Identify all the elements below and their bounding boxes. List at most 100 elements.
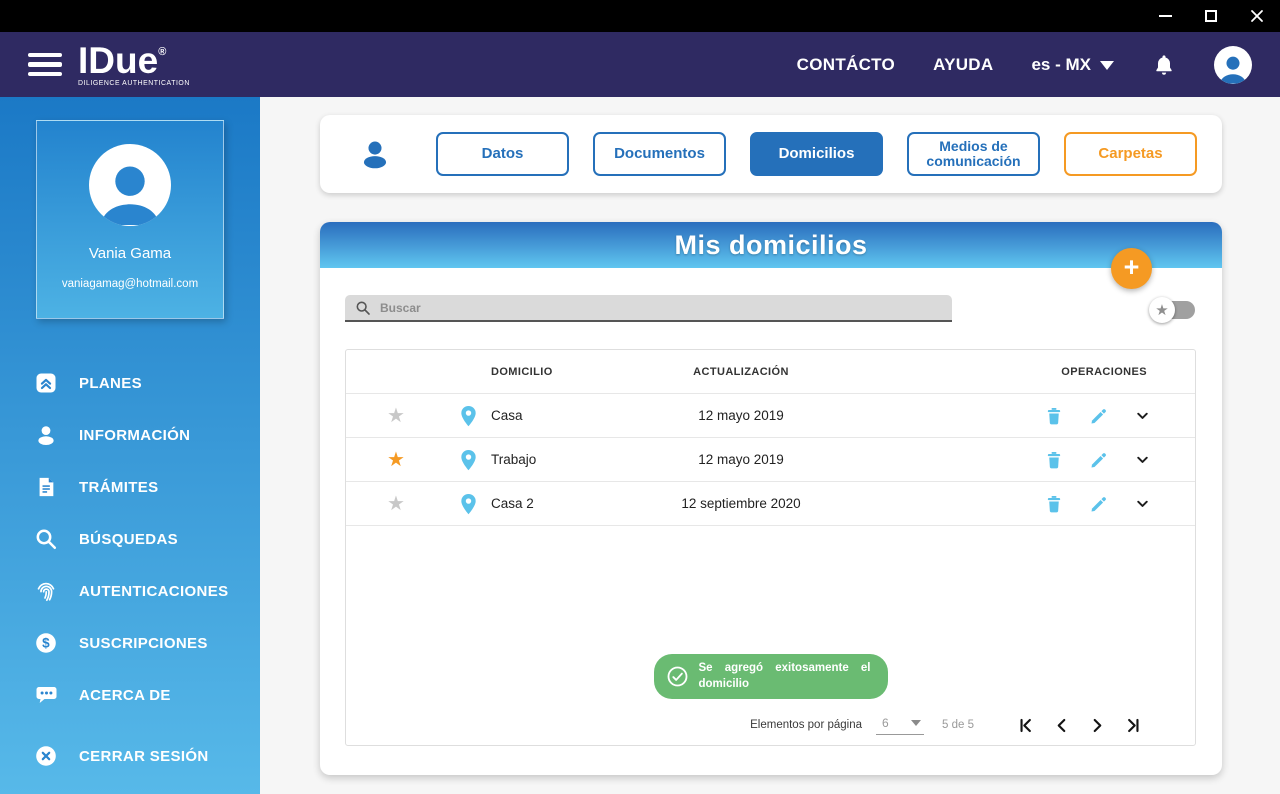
page-title: Mis domicilios bbox=[674, 229, 868, 260]
chevron-down-icon bbox=[911, 720, 922, 731]
tab-carpetas[interactable]: Carpetas bbox=[1064, 132, 1197, 176]
tab-domicilios[interactable]: Domicilios bbox=[750, 132, 883, 176]
app-logo: IDue® DILIGENCE AUTHENTICATION bbox=[78, 42, 190, 88]
sidebar-item-autenticaciones[interactable]: AUTENTICACIONES bbox=[0, 565, 260, 617]
plans-icon bbox=[33, 370, 59, 396]
page-range: 5 de 5 bbox=[942, 719, 974, 731]
first-page-icon[interactable] bbox=[1016, 716, 1035, 735]
search-box bbox=[345, 295, 952, 322]
success-toast: Se agregó exitosamente el domicilio bbox=[653, 653, 888, 699]
sidebar-item-suscripciones[interactable]: $ SUSCRIPCIONES bbox=[0, 617, 260, 669]
favorite-star-icon[interactable]: ★ bbox=[387, 406, 405, 426]
domicilio-name: Casa bbox=[491, 408, 523, 423]
star-icon: ★ bbox=[1149, 297, 1175, 323]
search-input[interactable] bbox=[380, 300, 942, 315]
close-icon[interactable] bbox=[1234, 0, 1280, 32]
dollar-icon: $ bbox=[33, 630, 59, 656]
sidebar-nav: PLANES INFORMACIÓN TRÁMITES BÚSQUEDAS AU… bbox=[0, 357, 260, 721]
check-circle-icon bbox=[667, 666, 687, 687]
column-header-operaciones: OPERACIONES bbox=[1061, 365, 1147, 378]
location-pin-icon bbox=[458, 448, 479, 472]
contact-link[interactable]: CONTÁCTO bbox=[797, 55, 895, 75]
chevron-down-icon bbox=[1100, 60, 1114, 77]
favorite-star-icon[interactable]: ★ bbox=[387, 494, 405, 514]
language-value: es - MX bbox=[1031, 54, 1091, 74]
minimize-icon[interactable] bbox=[1142, 0, 1188, 32]
registered-mark: ® bbox=[158, 45, 167, 58]
expand-chevron-icon[interactable] bbox=[1134, 451, 1151, 468]
tab-documentos[interactable]: Documentos bbox=[593, 132, 726, 176]
person-icon bbox=[33, 422, 59, 448]
window-titlebar bbox=[0, 0, 1280, 32]
sidebar-item-label: TRÁMITES bbox=[79, 478, 159, 496]
table-header-row: DOMICILIO ACTUALIZACIÓN OPERACIONES bbox=[346, 350, 1195, 394]
profile-card: Vania Gama vaniagamag@hotmail.com bbox=[36, 120, 224, 319]
edit-icon[interactable] bbox=[1089, 450, 1109, 470]
last-page-icon[interactable] bbox=[1124, 716, 1143, 735]
domicilio-name: Trabajo bbox=[491, 452, 537, 467]
next-page-icon[interactable] bbox=[1088, 716, 1107, 735]
logo-tagline: DILIGENCE AUTHENTICATION bbox=[78, 79, 190, 87]
sidebar-item-label: INFORMACIÓN bbox=[79, 426, 191, 444]
edit-icon[interactable] bbox=[1089, 494, 1109, 514]
add-domicilio-button[interactable]: + bbox=[1111, 248, 1152, 289]
domicilios-table: DOMICILIO ACTUALIZACIÓN OPERACIONES ★ Ca… bbox=[345, 349, 1196, 746]
sidebar-item-label: CERRAR SESIÓN bbox=[79, 747, 209, 765]
profile-avatar bbox=[89, 144, 171, 226]
sidebar-item-label: AUTENTICACIONES bbox=[79, 582, 229, 600]
tab-medios-de-comunicacion[interactable]: Medios de comunicación bbox=[907, 132, 1040, 176]
menu-icon[interactable] bbox=[28, 52, 62, 77]
previous-page-icon[interactable] bbox=[1052, 716, 1071, 735]
top-navbar: IDue® DILIGENCE AUTHENTICATION CONTÁCTO … bbox=[0, 32, 1280, 97]
favorites-filter-toggle[interactable]: ★ bbox=[1149, 297, 1196, 323]
svg-text:$: $ bbox=[42, 636, 50, 651]
maximize-icon[interactable] bbox=[1188, 0, 1234, 32]
items-per-page-label: Elementos por página bbox=[750, 719, 863, 731]
tab-datos[interactable]: Datos bbox=[436, 132, 569, 176]
domicilio-updated: 12 mayo 2019 bbox=[698, 452, 784, 467]
domicilio-updated: 12 mayo 2019 bbox=[698, 408, 784, 423]
sidebar-item-label: SUSCRIPCIONES bbox=[79, 634, 208, 652]
domicilio-updated: 12 septiembre 2020 bbox=[681, 496, 801, 511]
column-header-actualizacion: ACTUALIZACIÓN bbox=[693, 365, 789, 378]
edit-icon[interactable] bbox=[1089, 406, 1109, 426]
search-icon bbox=[33, 526, 59, 552]
delete-icon[interactable] bbox=[1044, 449, 1064, 471]
help-link[interactable]: AYUDA bbox=[933, 55, 993, 75]
sidebar-item-label: ACERCA DE bbox=[79, 686, 171, 704]
delete-icon[interactable] bbox=[1044, 405, 1064, 427]
sidebar-item-informacion[interactable]: INFORMACIÓN bbox=[0, 409, 260, 461]
main-content: Datos Documentos Domicilios Medios de co… bbox=[260, 97, 1280, 794]
toast-message: Se agregó exitosamente el domicilio bbox=[698, 661, 871, 691]
profile-email: vaniagamag@hotmail.com bbox=[61, 278, 199, 290]
expand-chevron-icon[interactable] bbox=[1134, 495, 1151, 512]
search-icon bbox=[356, 301, 370, 315]
table-row: ★ Casa 12 mayo 2019 bbox=[346, 394, 1195, 438]
document-icon bbox=[33, 474, 59, 500]
sidebar-item-tramites[interactable]: TRÁMITES bbox=[0, 461, 260, 513]
sidebar-item-planes[interactable]: PLANES bbox=[0, 357, 260, 409]
profile-name: Vania Gama bbox=[88, 245, 172, 262]
profile-tabs-card: Datos Documentos Domicilios Medios de co… bbox=[320, 115, 1222, 193]
sidebar-item-busquedas[interactable]: BÚSQUEDAS bbox=[0, 513, 260, 565]
person-icon bbox=[358, 137, 392, 171]
fingerprint-icon bbox=[33, 578, 59, 604]
logo-title: IDue bbox=[78, 39, 159, 81]
items-per-page-value: 6 bbox=[882, 716, 889, 730]
expand-chevron-icon[interactable] bbox=[1134, 407, 1151, 424]
delete-icon[interactable] bbox=[1044, 493, 1064, 515]
favorite-star-icon[interactable]: ★ bbox=[387, 450, 405, 470]
location-pin-icon bbox=[458, 492, 479, 516]
bell-icon[interactable] bbox=[1152, 53, 1176, 77]
chat-icon bbox=[33, 682, 59, 708]
sidebar-item-acerca-de[interactable]: ACERCA DE bbox=[0, 669, 260, 721]
sidebar-item-cerrar-sesion[interactable]: CERRAR SESIÓN bbox=[0, 730, 260, 782]
table-row: ★ Trabajo 12 mayo 2019 bbox=[346, 438, 1195, 482]
pagination-bar: Elementos por página 6 5 de 5 bbox=[346, 705, 1195, 745]
avatar[interactable] bbox=[1214, 45, 1252, 84]
sidebar-item-label: PLANES bbox=[79, 374, 142, 392]
column-header-domicilio: DOMICILIO bbox=[491, 365, 553, 378]
items-per-page-select[interactable]: 6 bbox=[876, 715, 925, 735]
domicilios-panel: Mis domicilios + ★ D bbox=[320, 222, 1222, 775]
language-selector[interactable]: es - MX bbox=[1031, 53, 1114, 77]
